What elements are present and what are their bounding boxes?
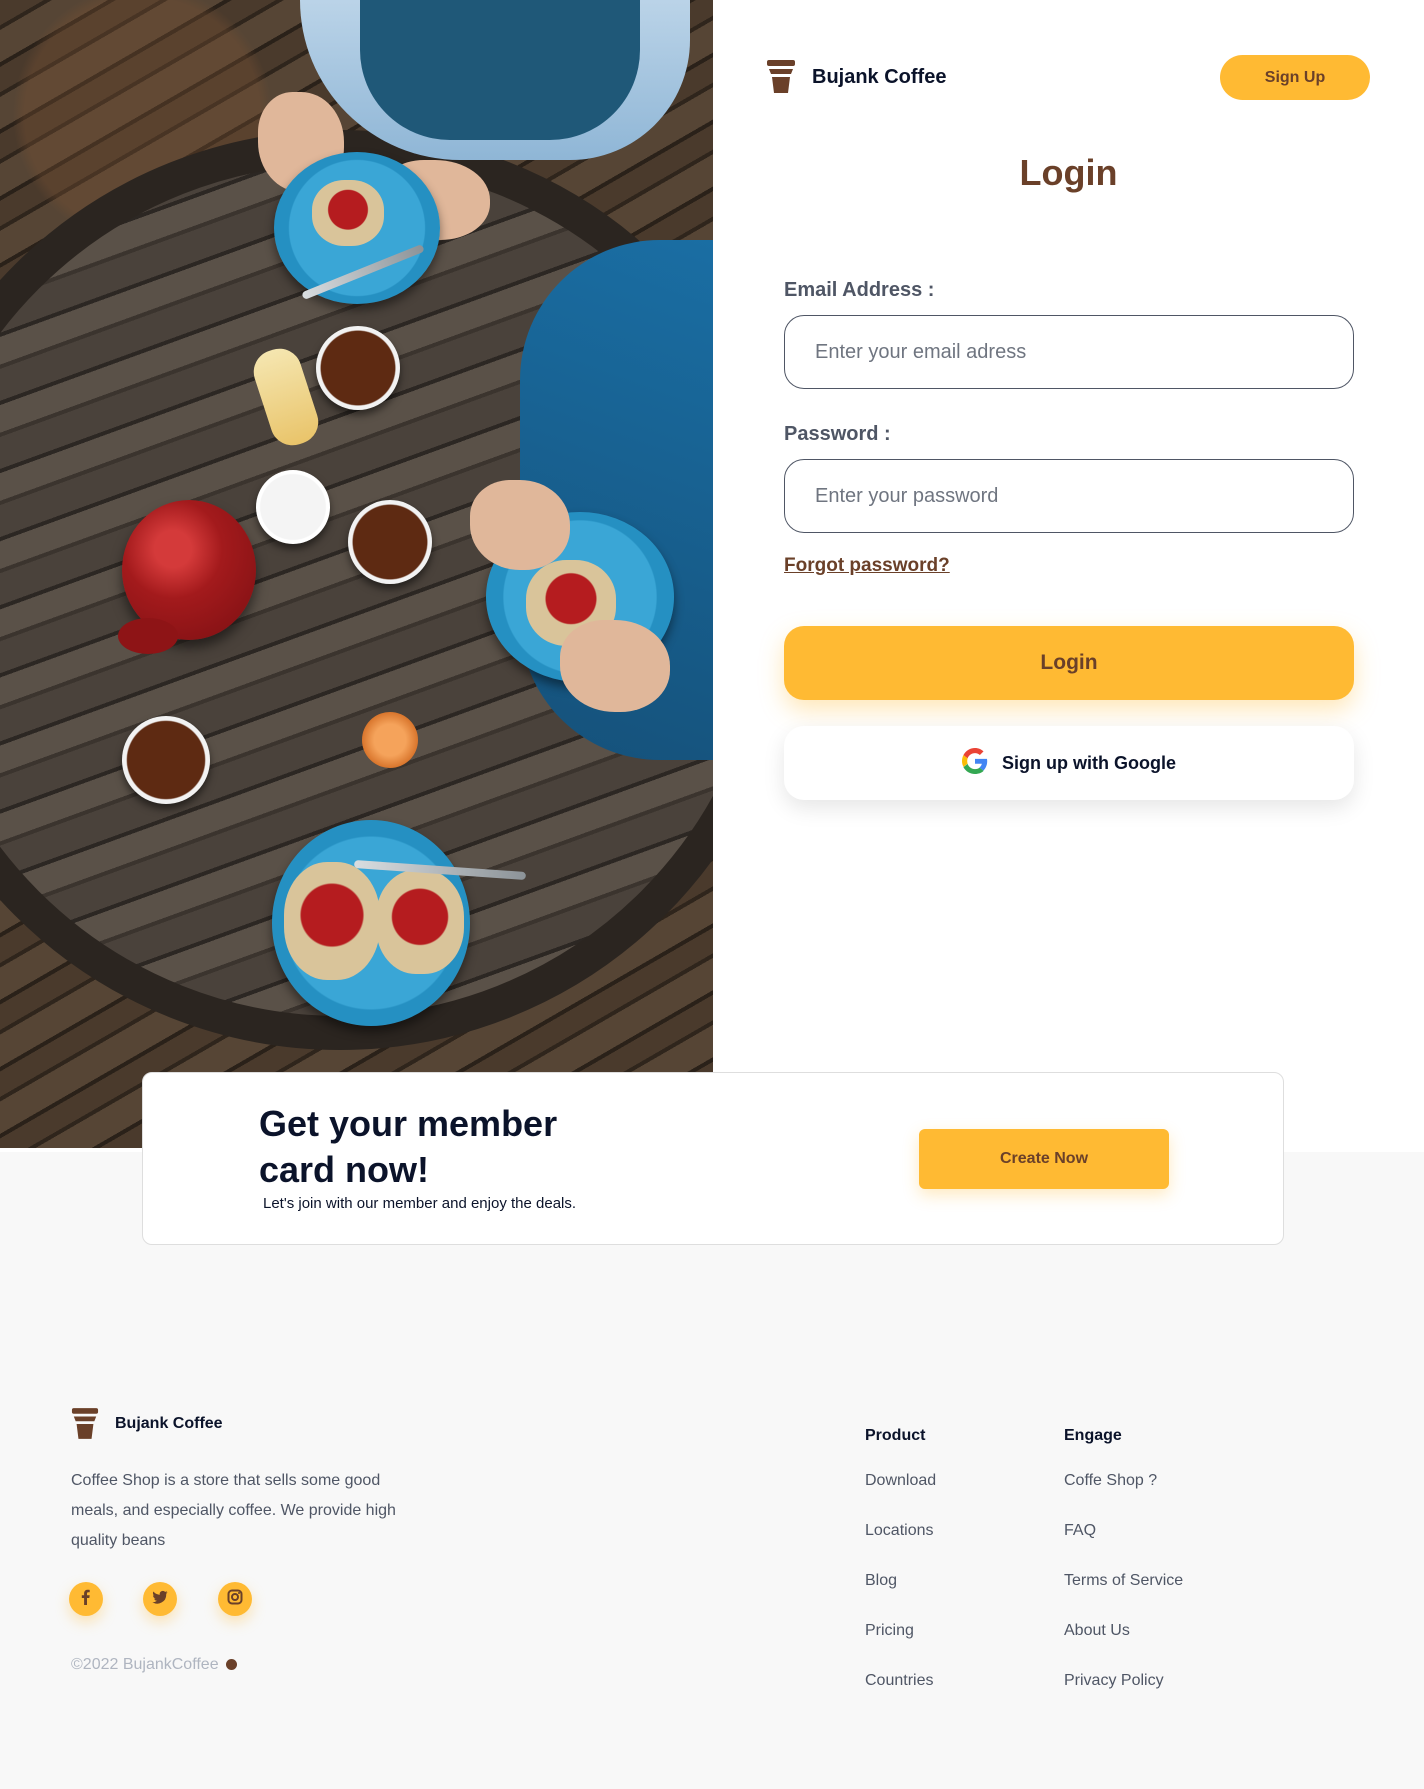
member-card: Get your member card now! Let's join wit… [142, 1072, 1284, 1245]
footer-brand[interactable]: Bujank Coffee [71, 1408, 223, 1440]
footer-link-faq[interactable]: FAQ [1064, 1522, 1096, 1540]
email-field[interactable] [784, 315, 1354, 389]
instagram-icon [227, 1589, 243, 1610]
footer-brand-name: Bujank Coffee [115, 1415, 223, 1432]
scone [376, 870, 464, 974]
password-field[interactable] [784, 459, 1354, 533]
twitter-link[interactable] [143, 1582, 177, 1616]
footer-column-product-heading: Product [865, 1427, 926, 1444]
scone [284, 862, 380, 980]
create-now-button[interactable]: Create Now [919, 1129, 1169, 1189]
twitter-icon [152, 1589, 168, 1610]
footer-link-privacy[interactable]: Privacy Policy [1064, 1672, 1164, 1690]
google-signup-label: Sign up with Google [1002, 752, 1176, 773]
header-brand[interactable]: Bujank Coffee [766, 60, 946, 94]
facebook-link[interactable] [69, 1582, 103, 1616]
footer-link-blog[interactable]: Blog [865, 1572, 897, 1590]
facebook-icon [78, 1589, 94, 1610]
scone [312, 180, 384, 246]
forgot-password-link[interactable]: Forgot password? [784, 555, 950, 577]
person-vest [360, 0, 640, 140]
member-card-subtitle: Let's join with our member and enjoy the… [263, 1195, 577, 1212]
hand [560, 620, 670, 712]
teapot-spout [118, 618, 178, 654]
footer-link-coffe-shop[interactable]: Coffe Shop ? [1064, 1472, 1157, 1490]
hand [470, 480, 570, 570]
page-title: Login [1019, 152, 1118, 193]
member-card-title: Get your member card now! [259, 1103, 558, 1190]
brand-name: Bujank Coffee [812, 65, 947, 88]
copyright: ©2022 BujankCoffee [71, 1656, 238, 1674]
footer-link-locations[interactable]: Locations [865, 1522, 934, 1540]
footer-description: Coffee Shop is a store that sells some g… [71, 1472, 396, 1549]
tea-cup [316, 326, 400, 410]
tea-cup [122, 716, 210, 804]
footer-link-about[interactable]: About Us [1064, 1622, 1130, 1640]
login-button[interactable]: Login [784, 626, 1354, 700]
coffee-bean-icon [226, 1659, 238, 1671]
jam-jar [362, 712, 418, 768]
tea-cup [348, 500, 432, 584]
hero-photo [0, 0, 713, 1148]
footer-link-pricing[interactable]: Pricing [865, 1622, 914, 1640]
footer-link-terms[interactable]: Terms of Service [1064, 1572, 1183, 1590]
password-label: Password : [784, 423, 891, 445]
footer-link-countries[interactable]: Countries [865, 1672, 933, 1690]
google-signup-button[interactable]: Sign up with Google [784, 726, 1354, 800]
milk-jug [256, 470, 330, 544]
google-icon [962, 747, 988, 779]
email-label: Email Address : [784, 279, 935, 301]
footer-column-engage-heading: Engage [1064, 1427, 1122, 1444]
coffee-cup-icon [71, 1408, 99, 1440]
footer-link-download[interactable]: Download [865, 1472, 936, 1490]
copyright-text: ©2022 BujankCoffee [71, 1656, 219, 1673]
coffee-cup-icon [766, 60, 796, 94]
instagram-link[interactable] [218, 1582, 252, 1616]
signup-button[interactable]: Sign Up [1220, 55, 1370, 100]
